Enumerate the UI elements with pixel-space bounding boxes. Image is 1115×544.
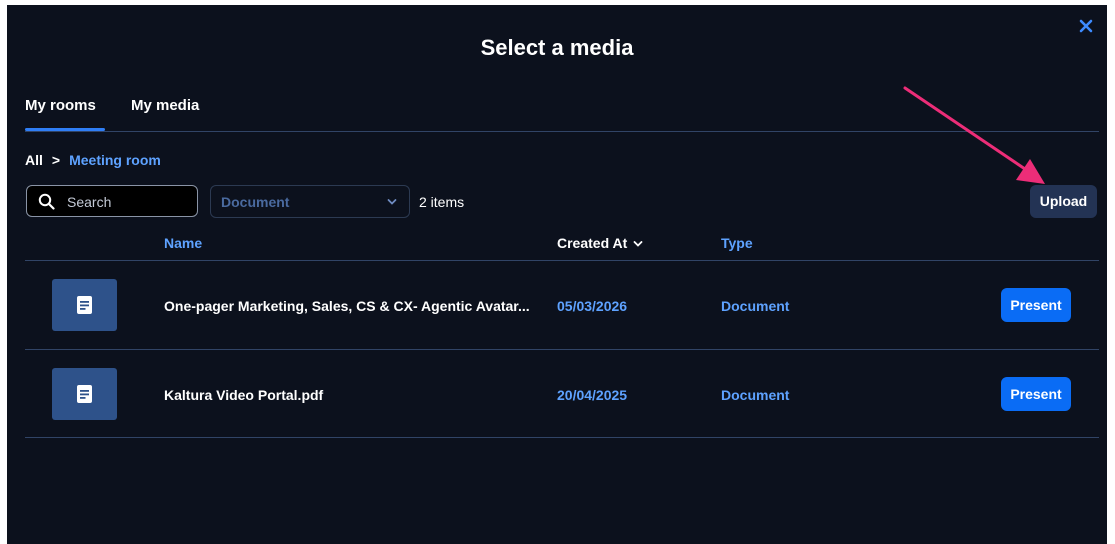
column-header-created-at-label: Created At [557,235,628,251]
column-header-created-at[interactable]: Created At [557,235,643,251]
media-name: One-pager Marketing, Sales, CS & CX- Age… [164,298,530,314]
table-row: One-pager Marketing, Sales, CS & CX- Age… [25,261,1099,349]
media-created-at: 05/03/2026 [557,298,628,314]
search-icon [38,193,55,210]
dialog-title: Select a media [480,35,634,60]
search-box [26,185,198,218]
breadcrumb-all[interactable]: All [25,152,43,168]
annotation-arrow-icon [903,86,1045,184]
document-icon [77,296,92,314]
table-row: Kaltura Video Portal.pdf 20/04/2025 Docu… [25,350,1099,438]
document-thumbnail [52,279,117,331]
media-type: Document [721,387,790,403]
column-header-type: Type [721,235,753,251]
document-icon [77,385,92,403]
media-name: Kaltura Video Portal.pdf [164,387,324,403]
breadcrumb-meeting-room[interactable]: Meeting room [69,152,161,168]
document-thumbnail [52,368,117,420]
tab-my-rooms[interactable]: My rooms [25,97,96,114]
search-input[interactable] [65,186,194,218]
breadcrumb: All > Meeting room [25,152,161,168]
present-button[interactable]: Present [1001,288,1071,322]
chevron-down-icon [387,199,397,205]
close-icon[interactable] [1079,19,1093,33]
breadcrumb-separator: > [51,152,61,168]
filter-selected-value: Document [221,194,290,210]
tab-my-media[interactable]: My media [131,97,199,114]
media-type: Document [721,298,790,314]
column-header-name: Name [164,235,203,251]
type-filter-select[interactable]: Document [210,185,410,218]
select-media-dialog: Select a media My rooms My media All > Mee… [7,5,1107,544]
present-button[interactable]: Present [1001,377,1071,411]
media-created-at: 20/04/2025 [557,387,628,403]
row-divider [25,437,1099,438]
chevron-down-icon [633,241,643,248]
item-count: 2 items [419,194,465,210]
